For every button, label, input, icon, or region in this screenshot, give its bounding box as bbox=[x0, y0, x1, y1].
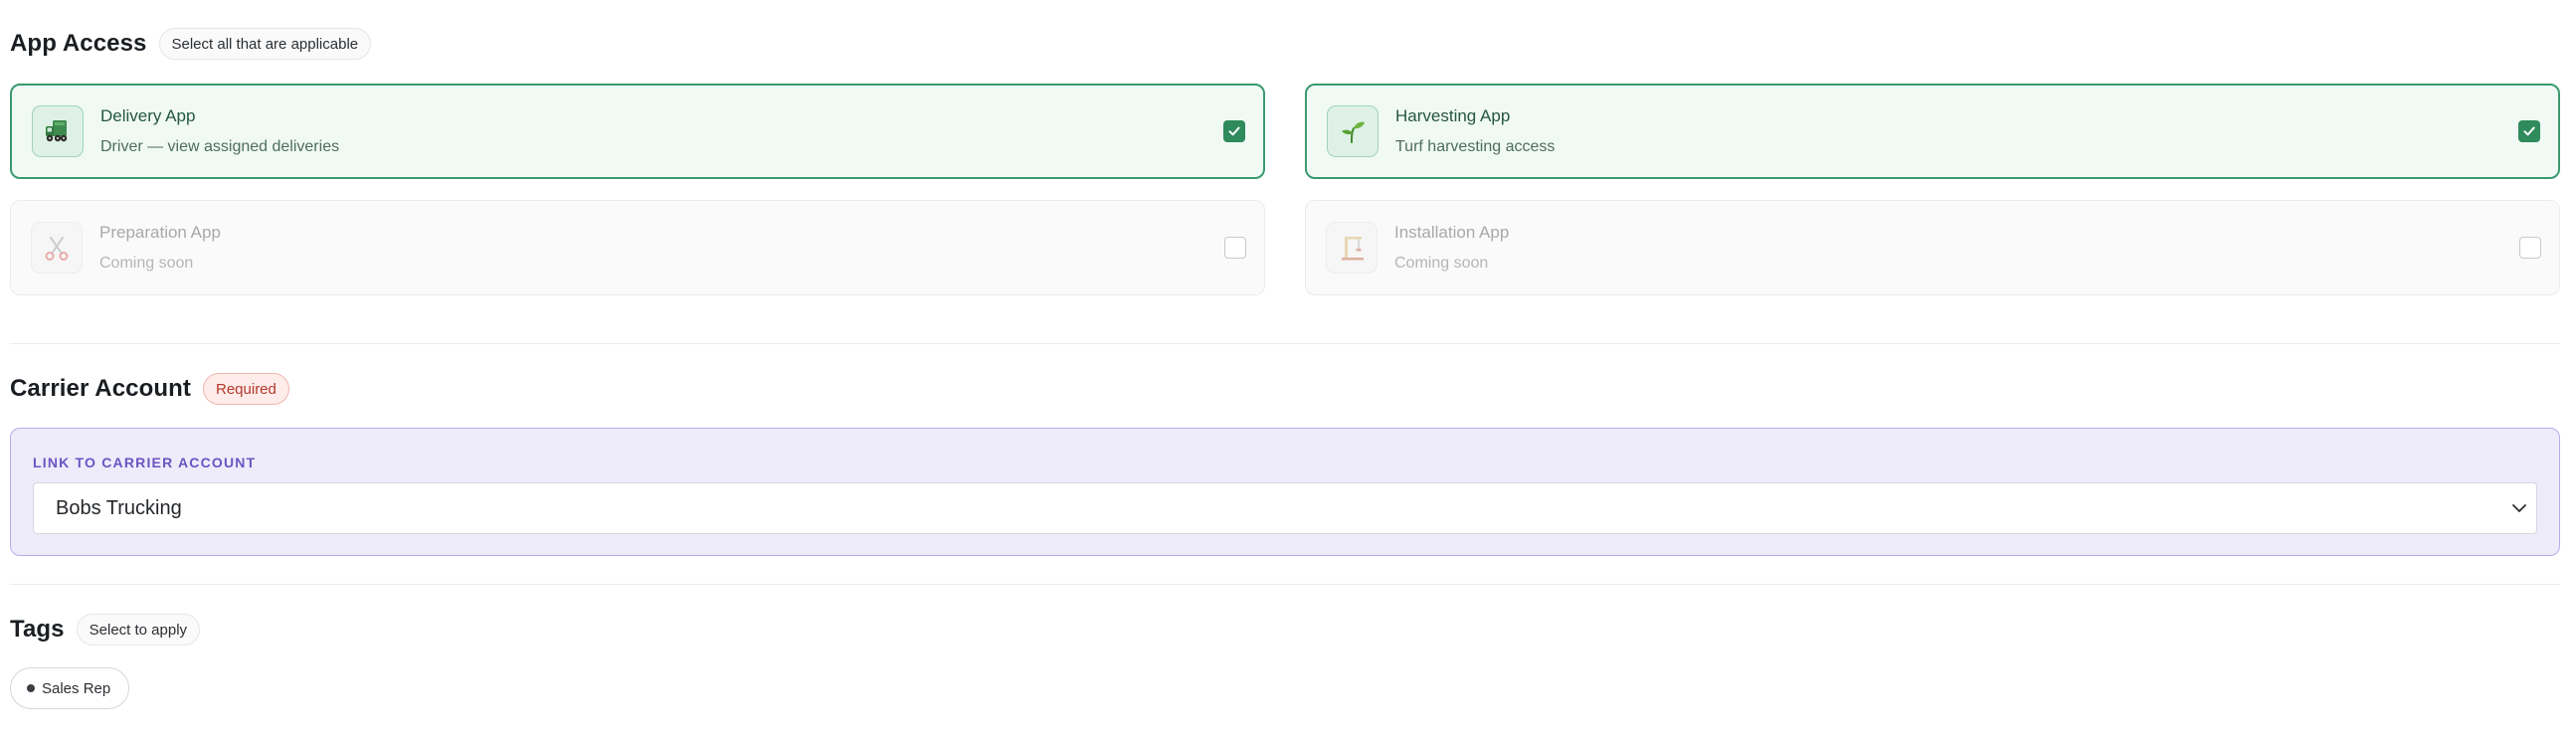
app-card-title: Preparation App bbox=[99, 223, 221, 242]
chevron-down-icon bbox=[2512, 504, 2526, 512]
carrier-selected-value: Bobs Trucking bbox=[56, 496, 182, 519]
tag-chip-sales-rep[interactable]: Sales Rep bbox=[10, 667, 130, 709]
delivery-truck-icon bbox=[32, 105, 84, 157]
tags-title: Tags bbox=[10, 616, 65, 643]
app-card-harvesting[interactable]: Harvesting App Turf harvesting access bbox=[1305, 84, 2560, 179]
app-card-preparation: Preparation App Coming soon bbox=[10, 200, 1265, 295]
app-access-hint-badge: Select all that are applicable bbox=[158, 28, 372, 60]
app-access-title: App Access bbox=[10, 30, 147, 57]
tag-dot-icon bbox=[27, 684, 35, 692]
app-card-text: Preparation App Coming soon bbox=[99, 223, 221, 273]
crane-icon bbox=[1326, 222, 1378, 274]
checkmark-icon bbox=[1228, 126, 1240, 136]
app-card-title: Delivery App bbox=[100, 106, 196, 125]
app-card-text: Installation App Coming soon bbox=[1394, 223, 1509, 273]
app-card-text: Delivery App Driver — view assigned deli… bbox=[100, 106, 339, 156]
required-badge: Required bbox=[203, 373, 289, 405]
app-card-subtitle: Driver — view assigned deliveries bbox=[100, 138, 340, 155]
app-card-subtitle: Turf harvesting access bbox=[1395, 138, 1556, 155]
harvesting-app-checkbox[interactable] bbox=[2518, 120, 2540, 142]
carrier-account-select[interactable]: Bobs Trucking bbox=[33, 482, 2537, 534]
app-access-header: App Access Select all that are applicabl… bbox=[10, 28, 372, 60]
app-card-text: Harvesting App Turf harvesting access bbox=[1395, 106, 1555, 156]
tag-label: Sales Rep bbox=[42, 679, 111, 697]
carrier-field-label: LINK TO CARRIER ACCOUNT bbox=[33, 455, 257, 470]
delivery-app-checkbox[interactable] bbox=[1223, 120, 1245, 142]
scissors-icon bbox=[31, 222, 83, 274]
installation-app-checkbox bbox=[2519, 237, 2541, 259]
app-card-title: Installation App bbox=[1394, 223, 1510, 242]
checkmark-icon bbox=[2523, 126, 2535, 136]
preparation-app-checkbox bbox=[1224, 237, 1246, 259]
app-card-installation: Installation App Coming soon bbox=[1305, 200, 2560, 295]
carrier-account-header: Carrier Account Required bbox=[10, 373, 289, 405]
tags-hint-badge: Select to apply bbox=[76, 614, 201, 646]
app-card-delivery[interactable]: Delivery App Driver — view assigned deli… bbox=[10, 84, 1265, 179]
tags-header: Tags Select to apply bbox=[10, 614, 201, 646]
seedling-icon bbox=[1327, 105, 1379, 157]
app-card-subtitle: Coming soon bbox=[99, 255, 194, 272]
section-divider bbox=[10, 343, 2560, 344]
app-card-title: Harvesting App bbox=[1395, 106, 1511, 125]
carrier-account-panel: LINK TO CARRIER ACCOUNT Bobs Trucking bbox=[10, 428, 2560, 556]
carrier-account-title: Carrier Account bbox=[10, 375, 191, 402]
section-divider bbox=[10, 584, 2560, 585]
app-card-subtitle: Coming soon bbox=[1394, 255, 1489, 272]
